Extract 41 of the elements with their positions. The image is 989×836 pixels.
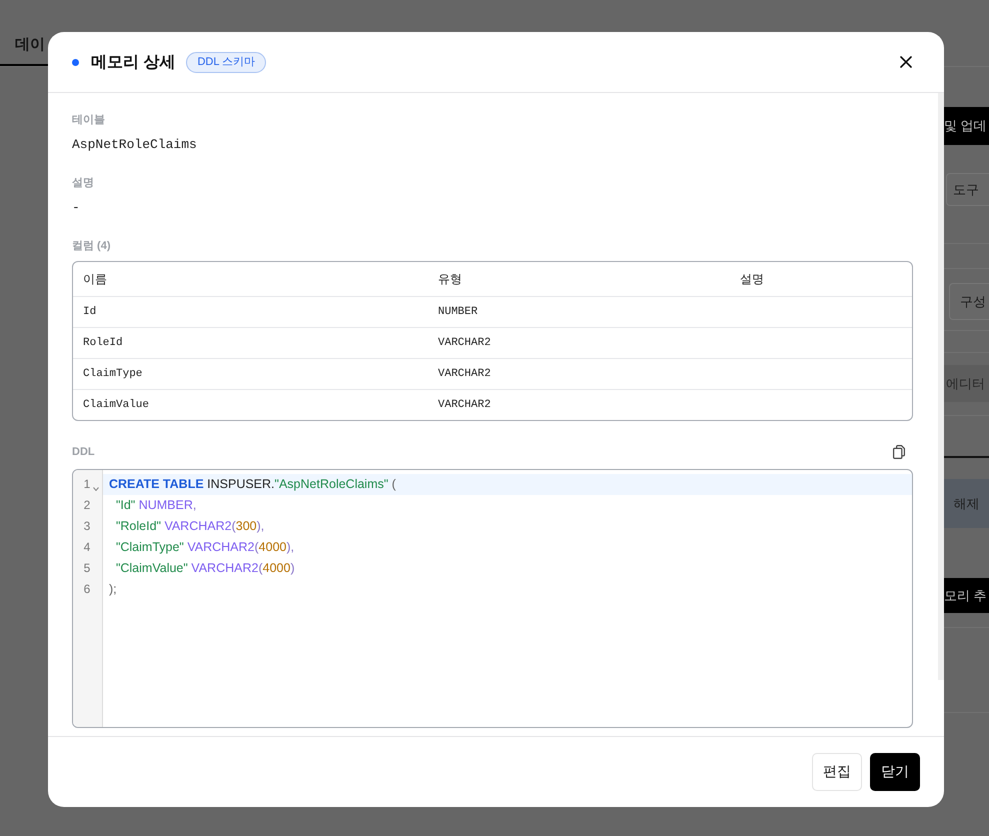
- code-line: "RoleId" VARCHAR2(300),: [114, 518, 266, 535]
- line-number: 2: [83, 497, 91, 514]
- code-editor[interactable]: 1 2 3 4 5 6 CREATE TABLE INSPUSER."AspNetRoleClaims" ( "Id" NUMBER, "RoleId" VARCHAR2(300), "ClaimType" VARCHAR2(4000), "ClaimValue" VARCHAR2(4000) );: [72, 469, 913, 728]
- table-cell-text: RoleId: [82, 336, 124, 351]
- background-button[interactable]: 및 업데: [944, 107, 989, 145]
- line-number: 5: [83, 560, 91, 577]
- schema-badge: DDL 스키마: [186, 52, 266, 72]
- close-icon: [900, 56, 912, 68]
- close-dialog-button[interactable]: 닫기: [870, 753, 920, 791]
- section-label: DDL: [72, 445, 95, 460]
- code-line: );: [108, 581, 118, 598]
- column-header: 이름: [82, 270, 108, 288]
- field-label: 테이블: [72, 113, 106, 128]
- table-cell-text: NUMBER: [437, 305, 479, 320]
- code-line: "ClaimType" VARCHAR2(4000),: [114, 539, 296, 556]
- fold-caret-icon[interactable]: [93, 486, 99, 490]
- column-header: 설명: [739, 270, 765, 288]
- status-dot-icon: [72, 58, 79, 66]
- line-number: 3: [83, 518, 91, 535]
- copy-button[interactable]: [893, 445, 905, 459]
- dialog-title: 메모리 상세: [91, 52, 176, 72]
- line-number: 4: [83, 539, 91, 556]
- field-value: AspNetRoleClaims: [72, 136, 198, 154]
- field-value: -: [72, 199, 81, 217]
- table-cell-text: VARCHAR2: [437, 367, 492, 382]
- column-header: 유형: [437, 270, 463, 288]
- section-label: 컬럼 (4): [72, 239, 112, 254]
- table-cell-text: ClaimType: [82, 367, 144, 382]
- copy-icon: [893, 445, 905, 459]
- table-cell-text: ClaimValue: [82, 398, 150, 413]
- edit-button[interactable]: 편집: [812, 753, 862, 791]
- code-line: "ClaimValue" VARCHAR2(4000): [114, 560, 296, 577]
- line-number: 1: [83, 476, 91, 493]
- table-cell-text: VARCHAR2: [437, 398, 492, 413]
- scrollbar-thumb[interactable]: [938, 93, 944, 680]
- line-number: 6: [83, 581, 91, 598]
- code-line: "Id" NUMBER,: [114, 497, 198, 514]
- field-label: 설명: [72, 176, 95, 191]
- table-cell-text: Id: [82, 305, 98, 320]
- background-button[interactable]: 모리 추: [944, 578, 989, 613]
- table-cell-text: VARCHAR2: [437, 336, 492, 351]
